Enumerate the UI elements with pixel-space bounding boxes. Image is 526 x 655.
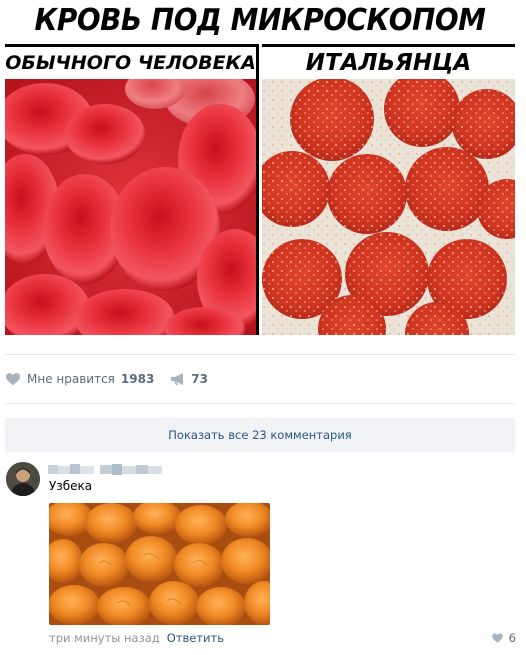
meme-left-caption: ОБЫЧНОГО ЧЕЛОВЕКА [5, 44, 259, 79]
meme-right-caption: ИТАЛЬЯНЦА [262, 44, 515, 79]
avatar[interactable] [6, 462, 40, 496]
show-all-comments-button[interactable]: Показать все 23 комментария [5, 418, 515, 452]
meme-title: КРОВЬ ПОД МИКРОСКОПОМ [34, 3, 486, 38]
heart-icon[interactable] [5, 371, 21, 387]
author-name-blurred[interactable] [48, 461, 164, 475]
comment-meta: три минуты назад Ответить [49, 631, 224, 645]
post-actions: Мне нравится 1983 73 [5, 366, 208, 392]
comment-like-button[interactable]: 6 [491, 631, 516, 645]
like-label[interactable]: Мне нравится [27, 372, 115, 386]
comment-text: Узбека [49, 479, 93, 493]
pepperoni-image [262, 79, 515, 335]
reply-link[interactable]: Ответить [167, 631, 224, 645]
comment-like-count: 6 [508, 631, 516, 645]
like-count[interactable]: 1983 [121, 372, 154, 386]
heart-icon [491, 633, 503, 643]
post-image[interactable]: КРОВЬ ПОД МИКРОСКОПОМ ОБЫЧНОГО ЧЕЛОВЕКА … [5, 0, 515, 335]
megaphone-icon[interactable] [170, 372, 186, 386]
post-divider-bottom [5, 403, 515, 404]
comment-image-dried-apricots[interactable] [49, 503, 270, 625]
blood-cells-image [5, 79, 259, 335]
post-divider-top [5, 354, 515, 355]
comment-time[interactable]: три минуты назад [49, 631, 160, 645]
share-count[interactable]: 73 [191, 372, 208, 386]
